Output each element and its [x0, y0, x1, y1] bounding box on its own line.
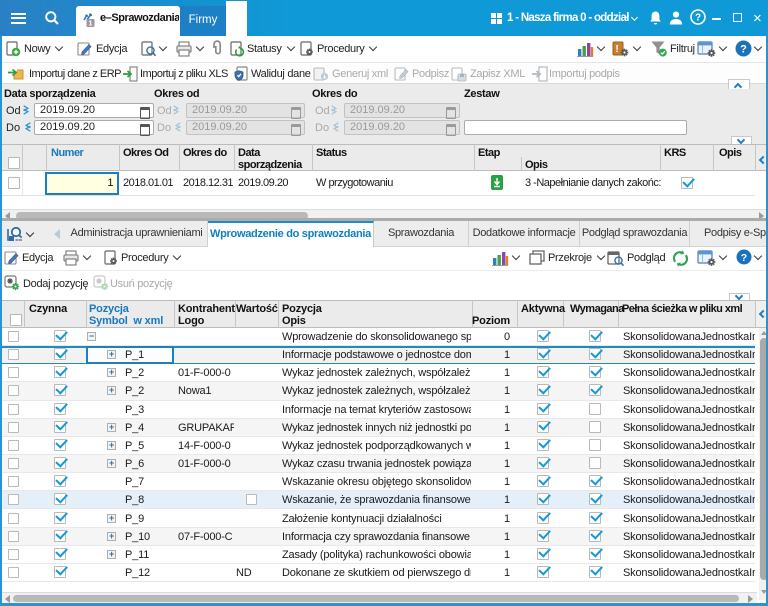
svg-text:?: ?	[695, 13, 701, 24]
svg-text:1: 1	[88, 19, 92, 28]
svg-text:?: ?	[740, 44, 747, 56]
svg-text:?: ?	[741, 252, 747, 264]
svg-text:!: !	[615, 44, 618, 55]
